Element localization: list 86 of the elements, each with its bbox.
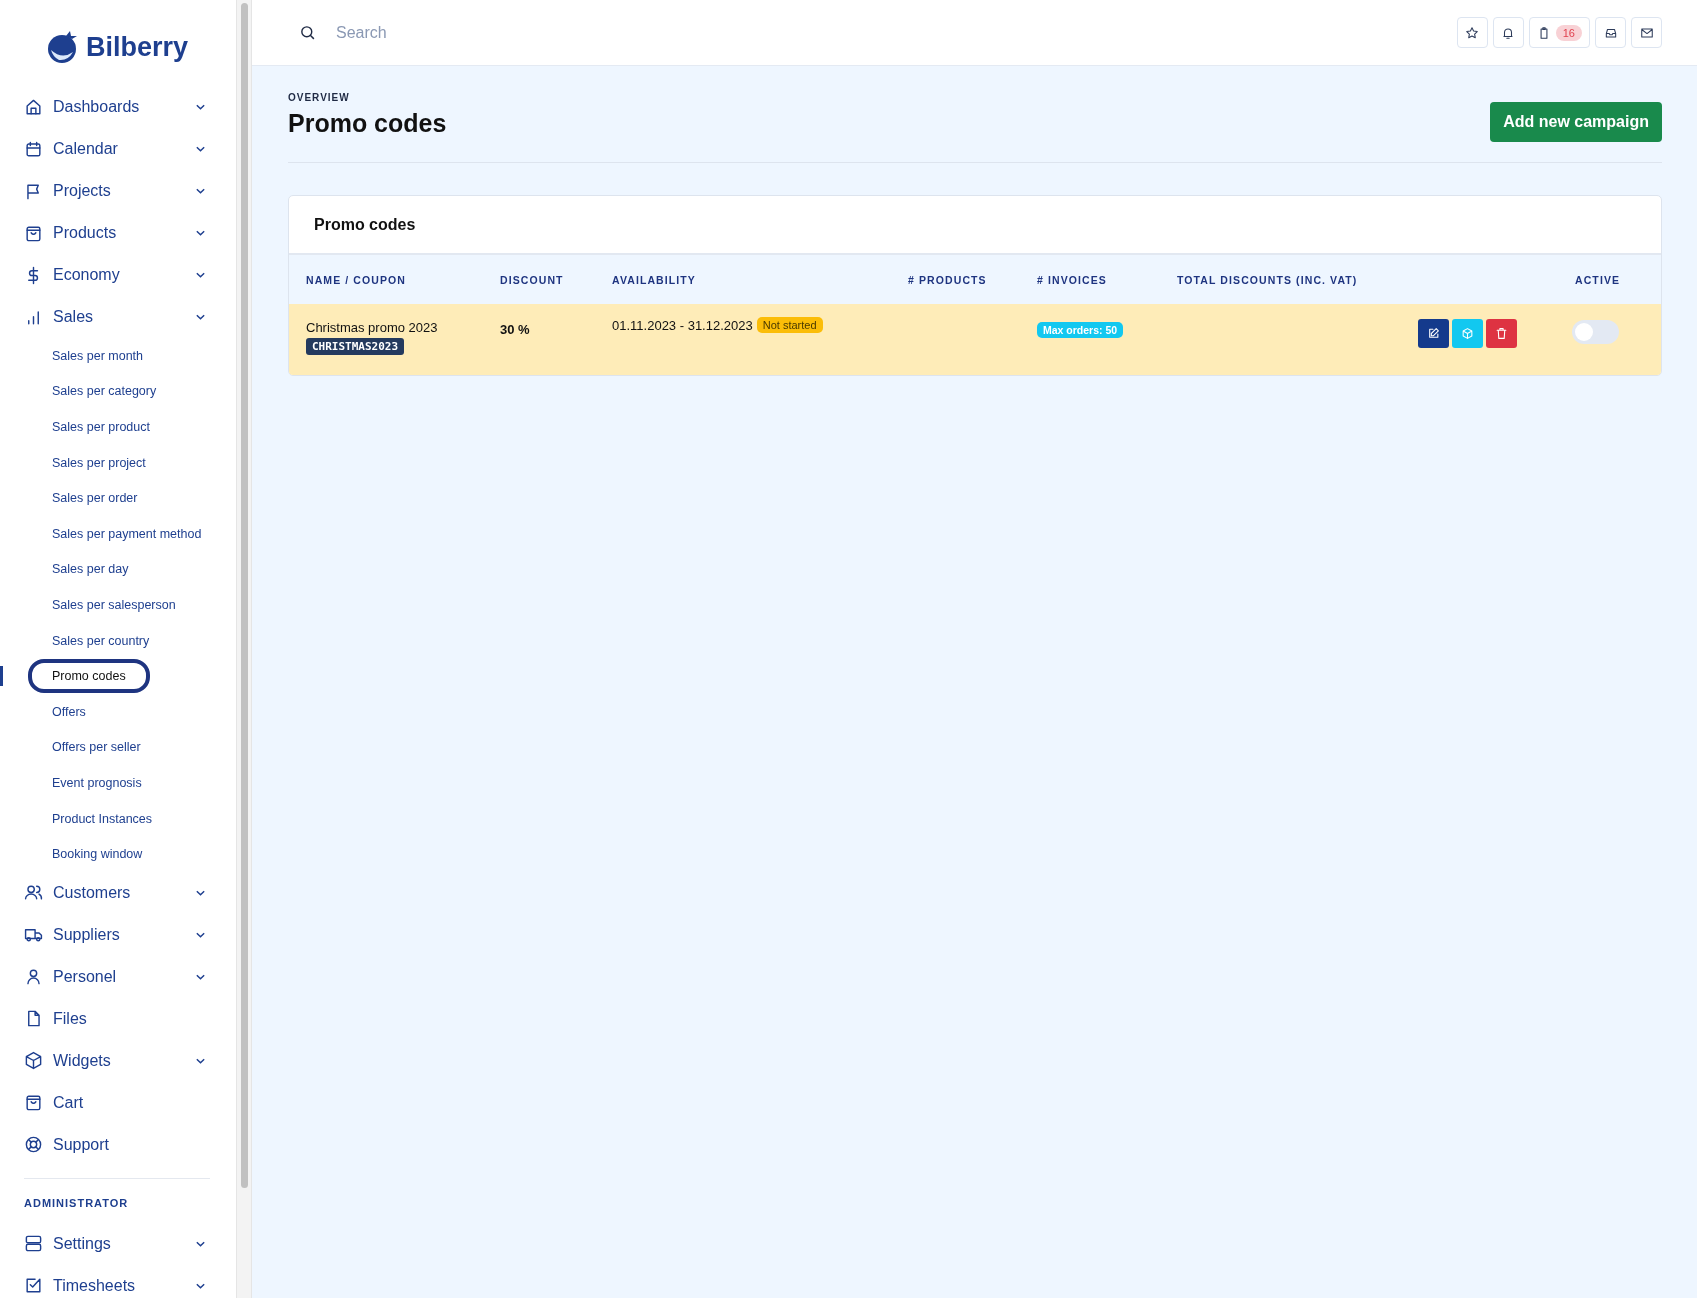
sub-nav-item[interactable]: Sales per payment method	[52, 526, 202, 541]
nav-item[interactable]: Suppliers	[24, 913, 210, 956]
add-campaign-button[interactable]: Add new campaign	[1490, 102, 1662, 142]
column-header: DISCOUNT	[500, 273, 565, 286]
nav-item[interactable]: Cart	[24, 1081, 210, 1124]
chevron-down-icon	[195, 229, 206, 237]
invoices-badge: Max orders: 50	[1037, 322, 1124, 338]
chevron-down-icon	[195, 972, 206, 981]
star-button[interactable]	[1456, 17, 1488, 48]
sub-nav-item[interactable]: Booking window	[52, 847, 143, 862]
column-header: NAME / COUPON	[306, 273, 408, 286]
nav-item[interactable]: Files	[24, 997, 210, 1040]
scrollbar[interactable]	[240, 3, 248, 1188]
trash-icon	[1495, 327, 1508, 340]
breadcrumb: OVERVIEW	[288, 92, 351, 103]
logo-text: Bilberry	[86, 31, 189, 63]
nav-item[interactable]: Calendar	[24, 128, 210, 170]
nav-item[interactable]: Widgets	[24, 1039, 210, 1082]
cube-icon	[1461, 327, 1474, 340]
chevron-down-icon	[195, 271, 206, 279]
cube-icon	[24, 1051, 43, 1071]
column-header: # PRODUCTS	[908, 273, 988, 286]
check-icon	[24, 1276, 43, 1296]
status-badge: Not started	[756, 317, 823, 333]
table-cell: 30 %	[500, 322, 530, 337]
chevron-down-icon	[195, 313, 206, 321]
nav-item[interactable]: Economy	[24, 254, 210, 296]
nav-item[interactable]: Support	[24, 1123, 210, 1166]
page-title: Promo codes	[288, 109, 447, 138]
sub-nav-item[interactable]: Sales per project	[52, 455, 146, 470]
table-cell: Christmas promo 2023	[306, 320, 438, 335]
chevron-down-icon	[195, 930, 206, 939]
server-icon	[24, 1234, 43, 1254]
pencil-icon	[1427, 327, 1440, 340]
sub-nav-item[interactable]: Sales per category	[52, 384, 157, 399]
chevron-down-icon	[195, 888, 206, 897]
chevron-down-icon	[195, 103, 206, 111]
calendar-icon	[24, 139, 43, 159]
chevron-down-icon	[195, 1239, 206, 1248]
star-icon	[1465, 25, 1480, 40]
sub-nav-item[interactable]: Sales per month	[52, 348, 144, 363]
sub-nav-item[interactable]: Sales per day	[52, 562, 129, 577]
nav-item[interactable]: Settings	[24, 1222, 210, 1265]
mail-icon	[1639, 25, 1654, 40]
table-cell: 01.11.2023 - 31.12.2023	[612, 317, 753, 333]
nav-item[interactable]: Projects	[24, 170, 210, 212]
sub-nav-item[interactable]: Sales per product	[52, 420, 150, 434]
lifebuoy-icon	[24, 1135, 43, 1155]
active-toggle[interactable]	[1572, 320, 1619, 344]
bell-icon	[1501, 25, 1516, 40]
column-header: AVAILABILITY	[612, 273, 697, 286]
sub-nav-item[interactable]: Promo codes	[28, 659, 150, 694]
sub-nav-item[interactable]: Offers per seller	[52, 740, 141, 755]
delete-button[interactable]	[1486, 319, 1517, 348]
nav-item[interactable]: Dashboards	[24, 86, 210, 128]
column-header: TOTAL DISCOUNTS (INC. VAT)	[1177, 273, 1359, 286]
nav-item[interactable]: Customers	[24, 871, 210, 914]
home-icon	[24, 97, 43, 117]
nav-item[interactable]: Products	[24, 212, 210, 254]
edit-button[interactable]	[1418, 319, 1449, 348]
count-badge: 16	[1555, 24, 1582, 41]
nav-item[interactable]: Sales	[24, 296, 210, 338]
search-icon	[299, 24, 316, 41]
chevron-down-icon	[195, 1281, 206, 1290]
sub-nav-item[interactable]: Sales per country	[52, 633, 150, 648]
column-header: ACTIVE	[1575, 273, 1622, 286]
inbox-button[interactable]	[1595, 17, 1626, 48]
sub-nav-item[interactable]: Sales per order	[52, 491, 138, 506]
users-icon	[24, 883, 43, 903]
chevron-down-icon	[195, 145, 206, 153]
chevron-down-icon	[195, 187, 206, 195]
bag-icon	[24, 1093, 43, 1113]
mail-button[interactable]	[1631, 17, 1662, 48]
column-header: # INVOICES	[1037, 273, 1108, 286]
user-icon	[24, 967, 43, 987]
nav-item[interactable]: Personel	[24, 955, 210, 998]
bell-button[interactable]	[1492, 17, 1524, 48]
sub-nav-item[interactable]: Product Instances	[52, 811, 153, 826]
bag-icon	[24, 223, 43, 243]
chevron-down-icon	[195, 1056, 206, 1065]
sub-nav-item[interactable]: Event prognosis	[52, 775, 142, 790]
section-title: ADMINISTRATOR	[24, 1196, 130, 1209]
sub-nav-item[interactable]: Sales per salesperson	[52, 597, 176, 612]
sub-nav-item[interactable]: Offers	[52, 704, 86, 719]
coupon-code: CHRISTMAS2023	[306, 338, 405, 355]
nav-item[interactable]: Timesheets	[24, 1264, 210, 1298]
